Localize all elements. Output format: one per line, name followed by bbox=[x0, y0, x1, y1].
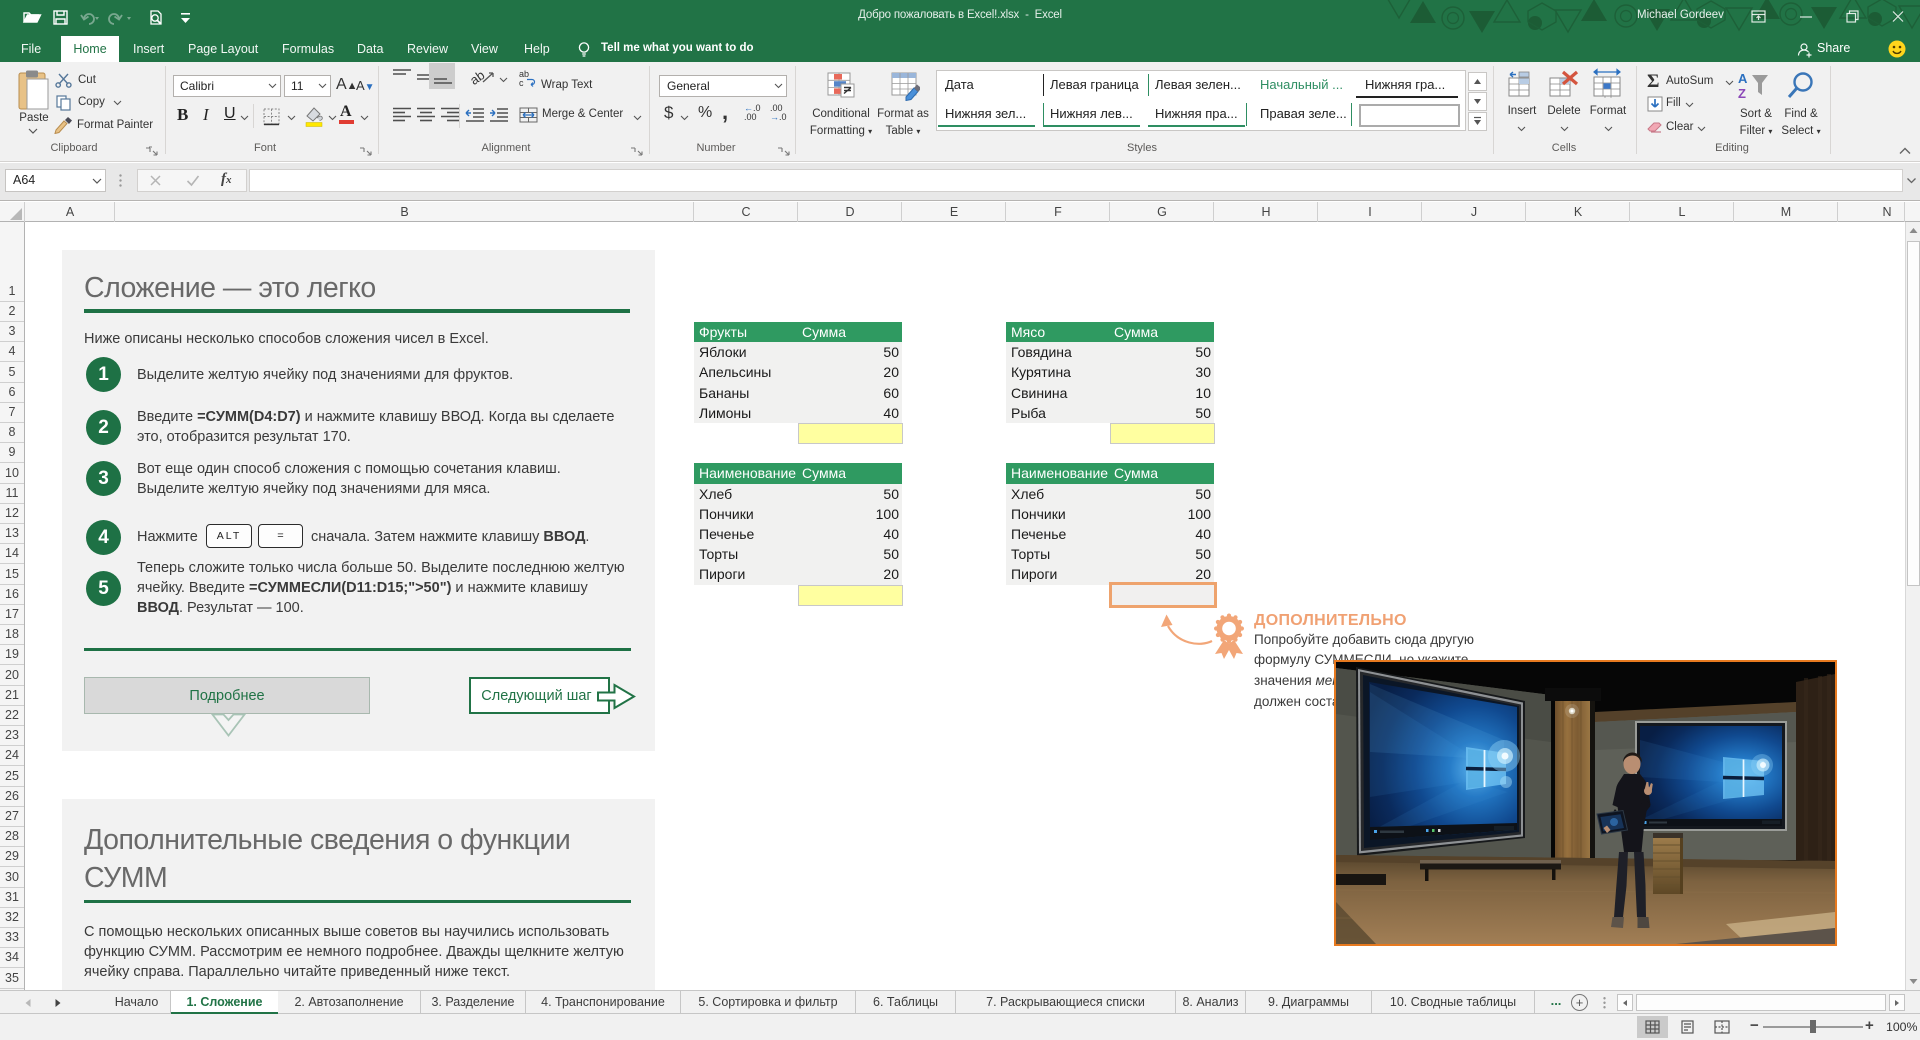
svg-text:A: A bbox=[1738, 71, 1748, 86]
svg-text:c: c bbox=[519, 78, 524, 87]
svg-text:Z: Z bbox=[1738, 86, 1746, 101]
